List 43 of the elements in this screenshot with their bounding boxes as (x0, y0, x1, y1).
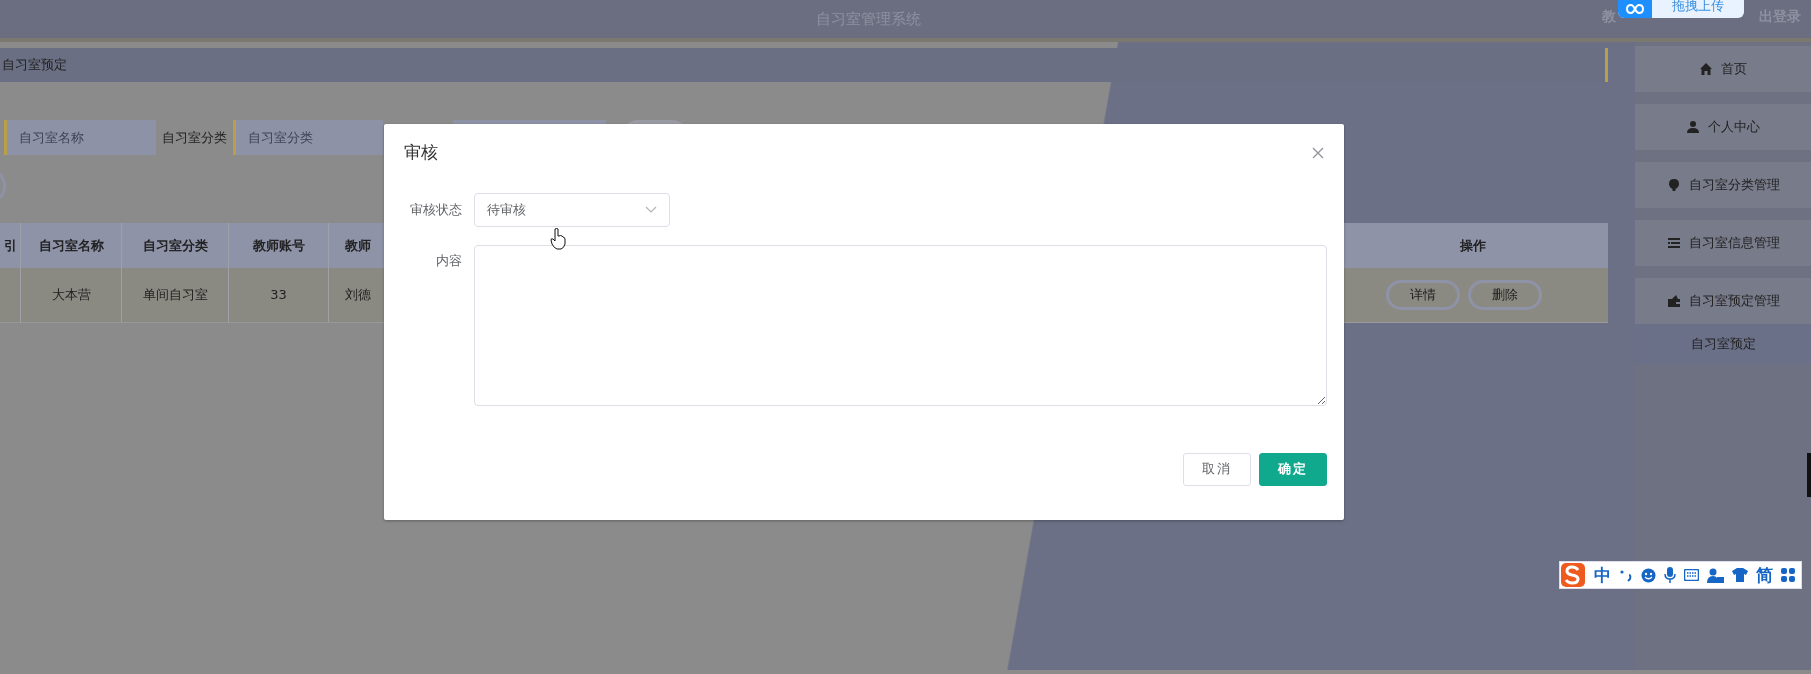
dialog-title: 审核 (404, 141, 438, 164)
infinity-icon (1626, 4, 1644, 14)
user-icon[interactable] (1707, 567, 1724, 583)
sidebar-item[interactable]: 自习室分类管理 (1635, 162, 1811, 208)
table-cell: 大本营 (21, 268, 122, 322)
confirm-button[interactable]: 确定 (1259, 452, 1327, 486)
action-button[interactable]: 删除 (1468, 280, 1542, 310)
emoji-icon[interactable] (1641, 567, 1656, 583)
status-select[interactable]: 待审核 (474, 192, 670, 227)
script-toggle[interactable]: 简 (1756, 566, 1773, 584)
search-field[interactable]: 自习室分类 (233, 119, 383, 155)
hand-cursor-icon (550, 228, 566, 250)
upload-button[interactable]: 拖拽上传 (1618, 0, 1744, 18)
table-cell: 33 (229, 268, 329, 322)
close-icon[interactable] (1312, 146, 1324, 159)
user-icon (1686, 120, 1700, 134)
keyboard-icon[interactable] (1684, 569, 1699, 581)
breadcrumb-item[interactable]: 自习室预定 (2, 55, 67, 75)
field-label: 审核状态 (409, 200, 463, 219)
table-cell: 单间自习室 (122, 268, 229, 322)
action-button[interactable]: 详情 (1386, 280, 1460, 310)
chevron-down-icon (645, 205, 657, 214)
s-logo-icon[interactable] (1560, 562, 1586, 588)
content-field[interactable] (474, 244, 1327, 406)
punctuation-icon[interactable] (1619, 568, 1633, 582)
search-label: 自习室分类 (161, 128, 228, 147)
grid-icon[interactable] (1781, 568, 1795, 582)
sidebar-item[interactable]: 自习室预定管理 (1635, 278, 1811, 324)
input-mode-toggle[interactable]: 中 (1594, 566, 1611, 584)
sidebar-subitem[interactable]: 自习室预定 (1635, 324, 1811, 364)
column-header: 操作 (1459, 236, 1487, 255)
home-icon (1699, 62, 1713, 76)
shirt-icon[interactable] (1732, 568, 1748, 582)
cancel-button[interactable]: 取消 (1183, 452, 1251, 486)
bulb-icon (1666, 178, 1681, 192)
wallet-icon (1666, 294, 1681, 308)
sidebar-item[interactable]: 自习室信息管理 (1635, 220, 1811, 266)
microphone-icon[interactable] (1664, 567, 1676, 583)
list-icon (1666, 236, 1681, 250)
field-label: 内容 (435, 251, 463, 270)
sidebar-item[interactable]: 首页 (1635, 46, 1811, 92)
search-field[interactable]: 自习室名称 (4, 119, 156, 155)
sidebar-item[interactable]: 个人中心 (1635, 104, 1811, 150)
